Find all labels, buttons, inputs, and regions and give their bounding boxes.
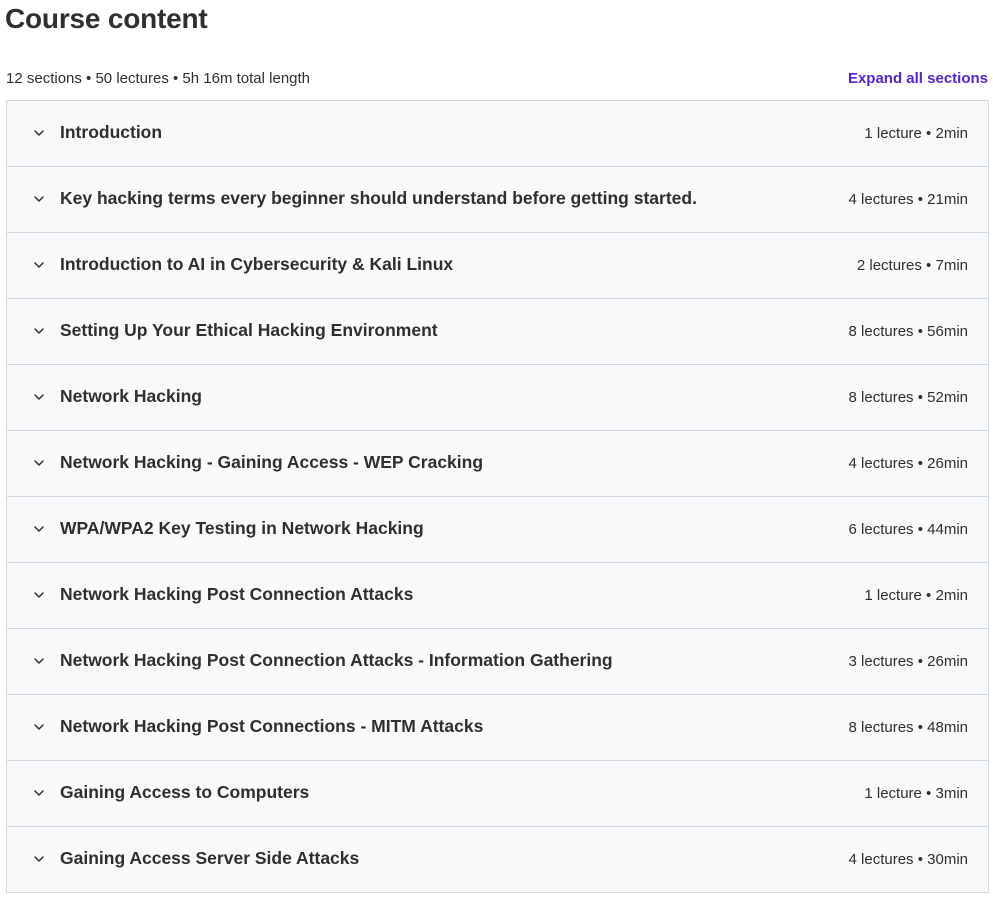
section-title: WPA/WPA2 Key Testing in Network Hacking [60, 518, 424, 538]
section-title: Setting Up Your Ethical Hacking Environm… [60, 320, 438, 340]
section-meta: 8 lectures • 48min [848, 719, 968, 736]
course-content-panel: Course content 12 sections • 50 lectures… [0, 0, 993, 907]
chevron-down-icon [31, 191, 47, 207]
chevron-down-icon [31, 521, 47, 537]
section-meta: 6 lectures • 44min [848, 521, 968, 538]
section-header[interactable]: Setting Up Your Ethical Hacking Environm… [7, 299, 988, 365]
section-header[interactable]: Introduction to AI in Cybersecurity & Ka… [7, 233, 988, 299]
chevron-down-icon [31, 455, 47, 471]
section-meta: 3 lectures • 26min [848, 653, 968, 670]
section-meta: 1 lecture • 2min [864, 125, 968, 142]
chevron-down-icon [31, 653, 47, 669]
summary-row: 12 sections • 50 lectures • 5h 16m total… [5, 63, 989, 93]
section-header[interactable]: Network Hacking Post Connection Attacks … [7, 563, 988, 629]
section-meta: 1 lecture • 3min [864, 785, 968, 802]
section-header[interactable]: WPA/WPA2 Key Testing in Network Hacking … [7, 497, 988, 563]
course-summary: 12 sections • 50 lectures • 5h 16m total… [6, 69, 311, 87]
section-header[interactable]: Network Hacking - Gaining Access - WEP C… [7, 431, 988, 497]
section-meta: 4 lectures • 26min [848, 455, 968, 472]
section-meta: 8 lectures • 56min [848, 323, 968, 340]
page-title: Course content [5, 3, 208, 34]
expand-all-sections-button[interactable]: Expand all sections [848, 70, 988, 87]
section-title: Network Hacking - Gaining Access - WEP C… [60, 452, 484, 472]
section-meta: 4 lectures • 21min [848, 191, 968, 208]
section-title: Network Hacking Post Connection Attacks … [60, 650, 613, 670]
section-header[interactable]: Network Hacking Post Connections - MITM … [7, 695, 988, 761]
section-title: Network Hacking Post Connection Attacks [60, 584, 414, 604]
section-header[interactable]: Key hacking terms every beginner should … [7, 167, 988, 233]
section-meta: 4 lectures • 30min [848, 851, 968, 868]
section-meta: 2 lectures • 7min [856, 257, 968, 274]
section-title: Network Hacking Post Connections - MITM … [60, 716, 484, 736]
section-header[interactable]: Introduction 1 lecture • 2min [7, 101, 988, 167]
chevron-down-icon [31, 323, 47, 339]
section-title: Introduction [60, 122, 163, 142]
chevron-down-icon [31, 125, 47, 141]
sections-accordion: Introduction 1 lecture • 2min Key hackin… [6, 100, 989, 893]
section-header[interactable]: Network Hacking Post Connection Attacks … [7, 629, 988, 695]
chevron-down-icon [31, 851, 47, 867]
section-header[interactable]: Network Hacking 8 lectures • 52min [7, 365, 988, 431]
chevron-down-icon [31, 389, 47, 405]
section-title: Introduction to AI in Cybersecurity & Ka… [60, 254, 454, 274]
chevron-down-icon [31, 587, 47, 603]
section-meta: 1 lecture • 2min [864, 587, 968, 604]
section-meta: 8 lectures • 52min [848, 389, 968, 406]
chevron-down-icon [31, 719, 47, 735]
section-title: Network Hacking [60, 386, 202, 406]
section-title: Gaining Access Server Side Attacks [60, 848, 360, 868]
chevron-down-icon [31, 785, 47, 801]
section-title: Key hacking terms every beginner should … [60, 188, 697, 208]
section-title: Gaining Access to Computers [60, 782, 310, 802]
chevron-down-icon [31, 257, 47, 273]
section-header[interactable]: Gaining Access to Computers 1 lecture • … [7, 761, 988, 827]
section-header[interactable]: Gaining Access Server Side Attacks 4 lec… [7, 827, 988, 893]
